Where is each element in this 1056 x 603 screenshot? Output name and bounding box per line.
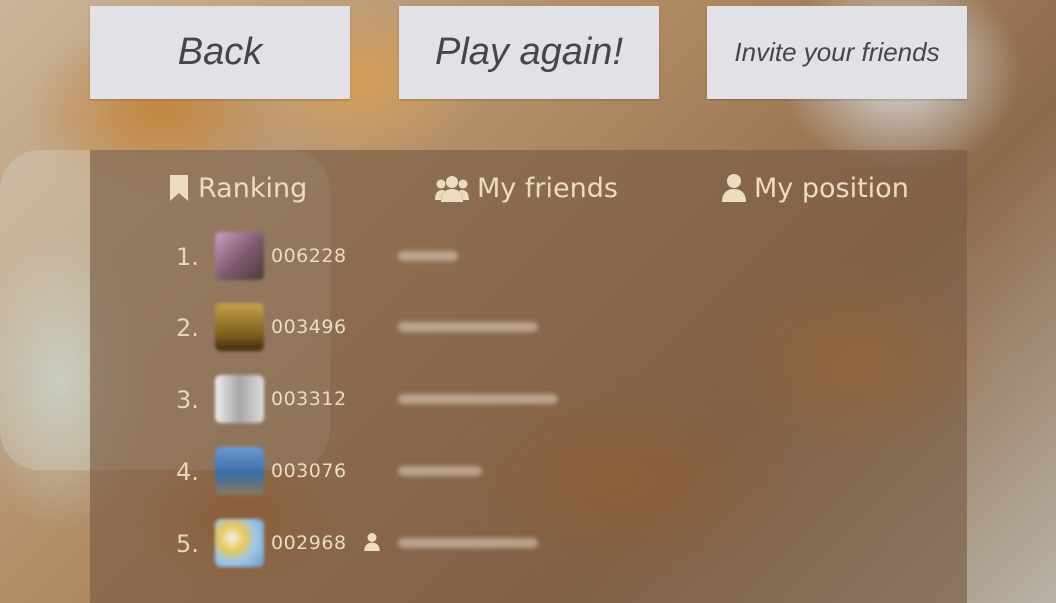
avatar xyxy=(215,232,264,280)
tab-my-position[interactable]: My position xyxy=(722,168,909,208)
rank-number: 4. xyxy=(176,458,199,486)
tab-ranking[interactable]: Ranking xyxy=(168,168,307,208)
score: 003076 xyxy=(271,460,347,482)
tab-my-position-label: My position xyxy=(754,172,909,204)
users-icon xyxy=(435,176,469,202)
leaderboard-tabs: Ranking My friends My position xyxy=(0,168,1056,208)
avatar xyxy=(215,519,264,567)
tab-ranking-label: Ranking xyxy=(198,172,308,204)
rank-number: 3. xyxy=(176,386,199,414)
score: 003496 xyxy=(271,316,347,338)
invite-friends-button[interactable]: Invite your friends xyxy=(707,6,967,99)
player-name-redacted xyxy=(398,251,458,261)
play-again-button[interactable]: Play again! xyxy=(399,6,659,99)
user-icon xyxy=(722,174,746,202)
ranking-row[interactable]: 5. 002968 xyxy=(0,518,1056,568)
player-name-redacted xyxy=(398,466,482,476)
avatar xyxy=(215,447,264,495)
rank-number: 5. xyxy=(176,530,199,558)
ranking-row[interactable]: 4. 003076 xyxy=(0,446,1056,496)
score: 006228 xyxy=(271,245,347,267)
ranking-row[interactable]: 2. 003496 xyxy=(0,302,1056,352)
back-button[interactable]: Back xyxy=(90,6,350,99)
current-player-icon xyxy=(364,533,380,551)
score: 002968 xyxy=(271,532,347,554)
ranking-row[interactable]: 3. 003312 xyxy=(0,374,1056,424)
bookmark-icon xyxy=(170,175,188,201)
player-name-redacted xyxy=(398,322,538,332)
ranking-row[interactable]: 1. 006228 xyxy=(0,231,1056,281)
player-name-redacted xyxy=(398,538,538,548)
avatar xyxy=(215,375,264,423)
rank-number: 2. xyxy=(176,314,199,342)
rank-number: 1. xyxy=(176,243,199,271)
tab-my-friends-label: My friends xyxy=(477,172,618,204)
avatar xyxy=(215,303,264,351)
score: 003312 xyxy=(271,388,347,410)
tab-my-friends[interactable]: My friends xyxy=(435,168,618,208)
player-name-redacted xyxy=(398,394,558,404)
